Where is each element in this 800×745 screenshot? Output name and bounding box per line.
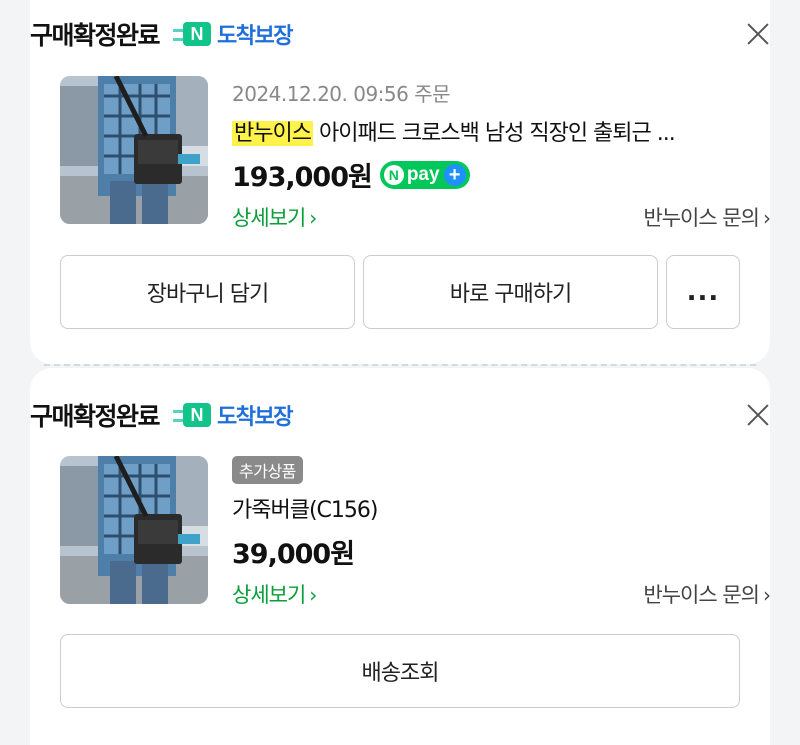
detail-link[interactable]: 상세보기 ›	[232, 202, 317, 232]
tracking-button[interactable]: 배송조회	[60, 634, 740, 708]
npay-plus-icon: N pay +	[379, 160, 470, 189]
chevron-right-icon: ›	[309, 206, 317, 230]
seller-inquiry-link[interactable]: 반누이스 문의 ›	[643, 202, 771, 232]
delivery-badge-icon: N	[173, 21, 213, 47]
chevron-right-icon: ›	[763, 583, 771, 607]
product-price: 39,000원	[232, 539, 355, 570]
badge-text: 도착보장	[217, 405, 293, 430]
link-row: 상세보기 › 반누이스 문의 ›	[232, 579, 771, 609]
more-options-button[interactable]: ...	[666, 255, 740, 329]
product-title[interactable]: 반누이스 아이패드 크로스백 남성 직장인 출퇴근 ...	[232, 115, 770, 147]
buy-now-button[interactable]: 바로 구매하기	[363, 255, 658, 329]
product-name[interactable]: 가죽버클(C156)	[232, 492, 770, 524]
card-divider	[44, 364, 756, 366]
order-date: 2024.12.20. 09:56 주문	[232, 82, 451, 106]
close-icon[interactable]	[746, 22, 770, 46]
product-thumbnail[interactable]	[60, 456, 208, 604]
seller-highlight: 반누이스	[232, 121, 313, 146]
product-image	[60, 456, 208, 604]
detail-link[interactable]: 상세보기 ›	[232, 579, 317, 609]
chevron-right-icon: ›	[309, 583, 317, 607]
badge-text: 도착보장	[217, 24, 293, 49]
price-row: 193,000원 N pay +	[232, 155, 770, 194]
price-row: 39,000원	[232, 532, 770, 571]
add-to-cart-button[interactable]: 장바구니 담기	[60, 255, 355, 329]
order-1-info: 2024.12.20. 09:56 주문 반누이스 아이패드 크로스백 남성 직…	[232, 78, 771, 232]
product-price: 193,000원	[232, 162, 373, 193]
close-icon[interactable]	[746, 403, 770, 427]
seller-inquiry-link[interactable]: 반누이스 문의 ›	[643, 579, 771, 609]
order-status: 구매확정완료	[30, 402, 161, 431]
delivery-badge-icon: N	[173, 402, 213, 428]
link-row: 상세보기 › 반누이스 문의 ›	[232, 202, 771, 232]
chevron-right-icon: ›	[763, 206, 771, 230]
product-image	[60, 76, 208, 224]
order-2-header: 구매확정완료 N 도착보장	[30, 395, 770, 435]
additional-item-tag: 추가상품	[232, 456, 303, 484]
product-thumbnail[interactable]	[60, 76, 208, 224]
order-1-header: 구매확정완료 N 도착보장	[30, 14, 770, 54]
delivery-guarantee-badge: N 도착보장	[173, 399, 293, 431]
delivery-guarantee-badge: N 도착보장	[173, 18, 293, 50]
order-2-info: 추가상품 가죽버클(C156) 39,000원 상세보기 › 반누이스 문의 ›	[232, 456, 771, 609]
product-name: 아이패드 크로스백 남성 직장인 출퇴근 ...	[312, 121, 676, 146]
order-status: 구매확정완료	[30, 21, 161, 50]
